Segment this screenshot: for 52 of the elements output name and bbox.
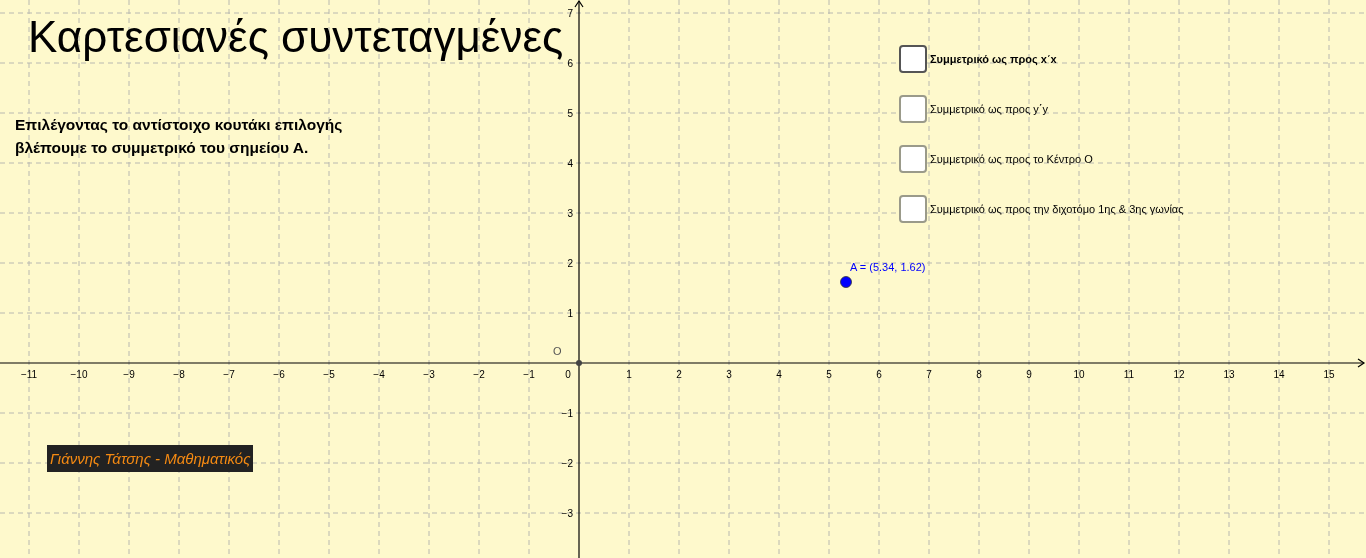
tick-label: 13 [1223, 369, 1235, 380]
tick-label: 8 [976, 369, 982, 380]
tick-label: 11 [1123, 369, 1135, 380]
checkbox[interactable] [899, 95, 927, 123]
origin-point [576, 360, 582, 366]
tick-label: 5 [826, 369, 832, 380]
checkbox-label[interactable]: Συμμετρικό ως προς το Κέντρο Ο [930, 153, 1093, 165]
tick-label: 10 [1073, 369, 1085, 380]
tick-label: −8 [173, 369, 185, 380]
tick-label: 7 [926, 369, 932, 380]
tick-label: 9 [1026, 369, 1032, 380]
page-title: Καρτεσιανές συντεταγμένες [28, 12, 564, 62]
tick-label: 1 [626, 369, 632, 380]
point[interactable] [840, 276, 852, 288]
tick-label: 6 [567, 58, 573, 69]
point-label: A = (5.34, 1.62) [850, 261, 926, 273]
tick-label: 3 [726, 369, 732, 380]
tick-label: −5 [323, 369, 335, 380]
tick-label: 12 [1173, 369, 1185, 380]
tick-label: 7 [567, 8, 573, 19]
origin-label: O [553, 345, 562, 357]
tick-label: 2 [676, 369, 682, 380]
tick-label: −2 [561, 458, 573, 469]
checkbox-label[interactable]: Συμμετρικό ως προς x΄x [930, 53, 1057, 65]
tick-label: −2 [473, 369, 485, 380]
tick-label: 5 [567, 108, 573, 119]
tick-label: 4 [567, 158, 573, 169]
checkbox-label[interactable]: Συμμετρικό ως προς y΄y [930, 103, 1048, 115]
author-label: Γιάννης Τάτσης - Μαθηματικός [47, 445, 254, 472]
tick-label: 0 [565, 369, 571, 380]
tick-label: −1 [561, 408, 573, 419]
tick-label: 6 [876, 369, 882, 380]
checkbox-label[interactable]: Συμμετρικό ως προς την διχοτόμο 1ης & 3ης γωνίας [930, 203, 1184, 215]
checkbox[interactable] [899, 45, 927, 73]
tick-label: 1 [567, 308, 573, 319]
tick-label: −9 [123, 369, 135, 380]
tick-label: −6 [273, 369, 285, 380]
tick-label: 2 [567, 258, 573, 269]
tick-label: −10 [70, 369, 88, 380]
tick-label: −4 [373, 369, 385, 380]
instruction-text: Επιλέγοντας το αντίστοιχο κουτάκι επιλογής βλέπουμε το συμμετρικό του σημείου Α. [15, 115, 343, 158]
tick-label: 4 [776, 369, 782, 380]
checkbox[interactable] [899, 145, 927, 173]
tick-label: −3 [561, 508, 573, 519]
tick-label: 15 [1323, 369, 1335, 380]
checkbox[interactable] [899, 195, 927, 223]
tick-label: 14 [1273, 369, 1285, 380]
tick-label: −11 [20, 369, 38, 380]
tick-label: −3 [423, 369, 435, 380]
tick-label: 3 [567, 208, 573, 219]
tick-label: −1 [523, 369, 535, 380]
tick-label: −7 [223, 369, 235, 380]
